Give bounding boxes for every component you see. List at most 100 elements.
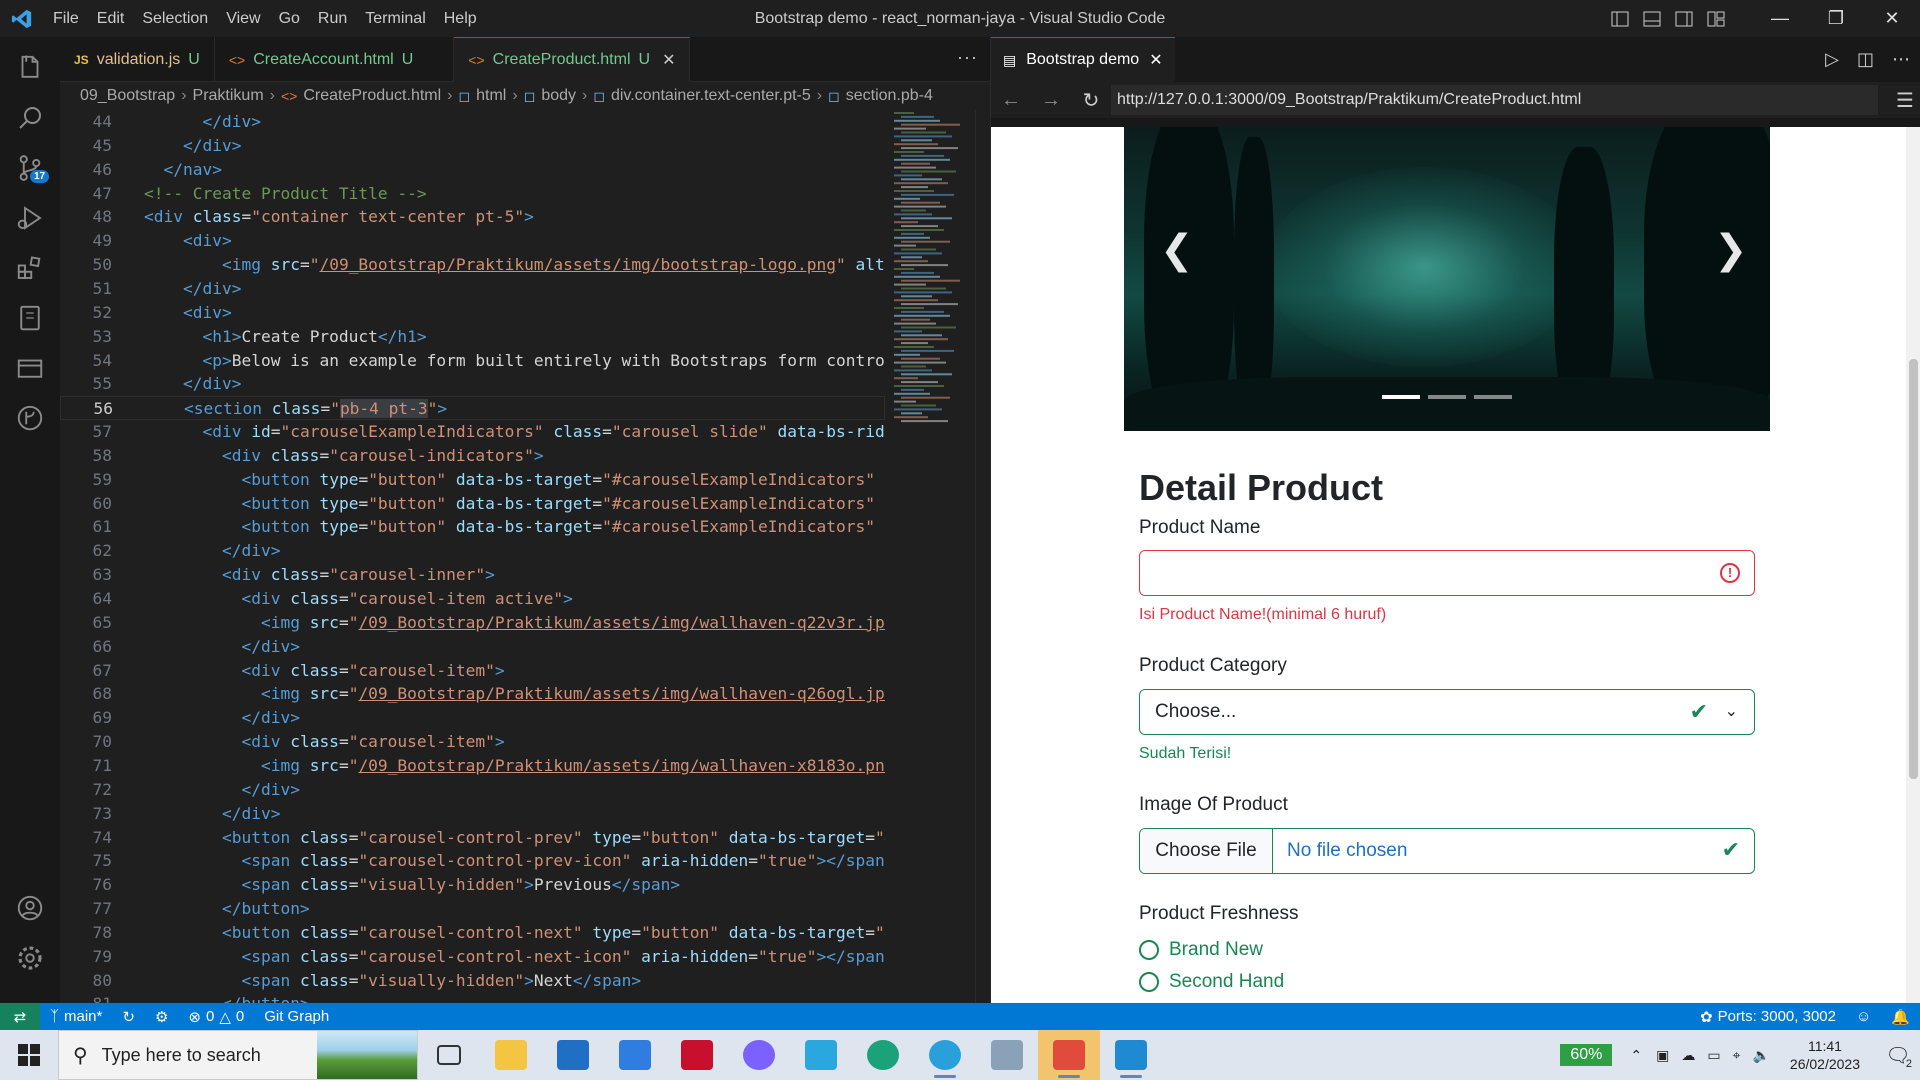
- toggle-sidebar-icon[interactable]: [1604, 0, 1636, 37]
- radio-second-hand[interactable]: Second Hand: [1139, 971, 1284, 993]
- code-line[interactable]: 69 </div>: [60, 706, 885, 730]
- code-line[interactable]: 66 </div>: [60, 635, 885, 659]
- copilot-icon[interactable]: [728, 1030, 790, 1080]
- sync-icon[interactable]: ↻: [112, 1008, 145, 1026]
- more-actions-icon[interactable]: ⋯: [1892, 49, 1910, 70]
- image-file-input[interactable]: Choose File No file chosen ✔: [1139, 828, 1755, 874]
- windows-start-icon[interactable]: [0, 1030, 58, 1080]
- customize-layout-icon[interactable]: [1700, 0, 1732, 37]
- carousel-indicator[interactable]: [1428, 395, 1466, 399]
- choose-file-button[interactable]: Choose File: [1140, 829, 1273, 873]
- code-line[interactable]: 48 <div class="container text-center pt-5…: [60, 205, 885, 229]
- meet-icon[interactable]: ▣: [1656, 1047, 1669, 1064]
- git-graph-status[interactable]: Git Graph: [254, 1008, 339, 1025]
- code-line[interactable]: 75 <span class="carousel-control-prev-ic…: [60, 849, 886, 873]
- code-line[interactable]: 47 <!-- Create Product Title -->: [60, 182, 885, 206]
- chevron-up-icon[interactable]: ⌃: [1630, 1047, 1642, 1064]
- taskbar-search[interactable]: ⚲ Type here to search: [58, 1030, 418, 1080]
- scroll-thumb[interactable]: [1909, 359, 1918, 779]
- git-publish-icon[interactable]: ⚙: [145, 1008, 178, 1026]
- settings-gear-icon[interactable]: [0, 933, 60, 983]
- branch-status[interactable]: ᛉ main*: [40, 1008, 112, 1025]
- carousel-prev-icon[interactable]: ❮: [1160, 227, 1194, 273]
- mcafee-icon[interactable]: [666, 1030, 728, 1080]
- code-line[interactable]: 49 <div>: [60, 229, 885, 253]
- app-l-icon[interactable]: [790, 1030, 852, 1080]
- menu-view[interactable]: View: [217, 10, 269, 28]
- code-line[interactable]: 51 </div>: [60, 277, 885, 301]
- notification-center-icon[interactable]: 🗨 2: [1876, 1043, 1920, 1070]
- code-line[interactable]: 45 </div>: [60, 134, 885, 158]
- code-line[interactable]: 63 <div class="carousel-inner">: [60, 563, 885, 587]
- url-input[interactable]: http://127.0.0.1:3000/09_Bootstrap/Prakt…: [1111, 85, 1878, 115]
- code-line[interactable]: 81 </button>: [60, 992, 885, 1003]
- code-line[interactable]: 74 <button class="carousel-control-prev"…: [60, 826, 886, 850]
- task-view-icon[interactable]: [418, 1030, 480, 1080]
- file-explorer-icon[interactable]: [480, 1030, 542, 1080]
- feedback-icon[interactable]: ☺: [1846, 1008, 1881, 1025]
- code-line[interactable]: 59 <button type="button" data-bs-target=…: [60, 468, 886, 492]
- code-line[interactable]: 77 </button>: [60, 897, 885, 921]
- breadcrumb-item[interactable]: div.container.text-center.pt-5: [611, 87, 811, 105]
- category-select[interactable]: Choose... ✔ ⌄: [1139, 689, 1755, 735]
- source-control-icon[interactable]: 17: [0, 143, 60, 193]
- code-line[interactable]: 73 </div>: [60, 802, 885, 826]
- git-graph-icon[interactable]: [0, 393, 60, 443]
- code-line[interactable]: 58 <div class="carousel-indicators">: [60, 444, 885, 468]
- code-line[interactable]: 44 </div>: [60, 110, 885, 134]
- code-line[interactable]: 67 <div class="carousel-item">: [60, 659, 885, 683]
- breadcrumb-item[interactable]: section.pb-4: [846, 87, 933, 105]
- tab-validation-js[interactable]: JS validation.js U: [60, 37, 215, 82]
- code-line[interactable]: 50 <img src="/09_Bootstrap/Praktikum/ass…: [60, 253, 886, 277]
- toggle-panel-icon[interactable]: [1636, 0, 1668, 37]
- code-line[interactable]: 68 <img src="/09_Bootstrap/Praktikum/ass…: [60, 682, 886, 706]
- code-line[interactable]: 80 <span class="visually-hidden">Next</s…: [60, 969, 885, 993]
- menu-help[interactable]: Help: [435, 10, 486, 28]
- breadcrumb-item[interactable]: html: [476, 87, 506, 105]
- minimize-icon[interactable]: —: [1752, 0, 1808, 37]
- menu-icon[interactable]: ☰: [1890, 88, 1920, 113]
- code-editor[interactable]: 44 </div> 45 </div> 46 </nav> 47 <!-- Create…: [60, 110, 885, 1003]
- menu-edit[interactable]: Edit: [88, 10, 134, 28]
- menu-selection[interactable]: Selection: [133, 10, 217, 28]
- testing-icon[interactable]: [0, 293, 60, 343]
- tab-create-account-html[interactable]: <> CreateAccount.html U: [215, 37, 455, 82]
- battery-icon[interactable]: ▭: [1707, 1047, 1720, 1064]
- vscode-icon[interactable]: [1100, 1030, 1162, 1080]
- breadcrumb-item[interactable]: CreateProduct.html: [303, 87, 441, 105]
- extensions-icon[interactable]: [0, 243, 60, 293]
- mail-icon[interactable]: [542, 1030, 604, 1080]
- radio-circle-icon[interactable]: [1139, 940, 1159, 960]
- code-line[interactable]: 76 <span class="visually-hidden">Previou…: [60, 873, 885, 897]
- restore-icon[interactable]: ❐: [1808, 0, 1864, 37]
- explorer-icon[interactable]: [0, 43, 60, 93]
- code-line[interactable]: 64 <div class="carousel-item active">: [60, 587, 885, 611]
- edge-icon[interactable]: [852, 1030, 914, 1080]
- photos-icon[interactable]: [976, 1030, 1038, 1080]
- ports-status[interactable]: ✿ Ports: 3000, 3002: [1690, 1008, 1846, 1026]
- breadcrumb-item[interactable]: body: [541, 87, 576, 105]
- wifi-icon[interactable]: ⌖: [1733, 1047, 1741, 1064]
- telegram-icon[interactable]: [914, 1030, 976, 1080]
- tab-create-product-html[interactable]: <> CreateProduct.html U ✕: [454, 37, 691, 82]
- close-window-icon[interactable]: ✕: [1864, 0, 1920, 37]
- remote-explorer-icon[interactable]: [0, 343, 60, 393]
- radio-circle-icon[interactable]: [1139, 972, 1159, 992]
- code-line[interactable]: 79 <span class="carousel-control-next-ic…: [60, 945, 886, 969]
- search-icon[interactable]: [0, 93, 60, 143]
- remote-icon[interactable]: ⇄: [0, 1003, 40, 1030]
- code-line[interactable]: 54 <p>Below is an example form built ent…: [60, 349, 886, 373]
- onedrive-cloud-icon[interactable]: ☁: [1681, 1047, 1695, 1064]
- code-line[interactable]: 53 <h1>Create Product</h1>: [60, 325, 885, 349]
- accounts-icon[interactable]: [0, 883, 60, 933]
- code-line[interactable]: 46 </nav>: [60, 158, 885, 182]
- code-line[interactable]: 70 <div class="carousel-item">: [60, 730, 885, 754]
- carousel-indicator[interactable]: [1382, 395, 1420, 399]
- problems-status[interactable]: ⊗ 0 △ 0: [178, 1008, 254, 1026]
- editor-scrollbar[interactable]: [975, 110, 989, 1003]
- notifications-bell-icon[interactable]: 🔔: [1881, 1008, 1920, 1026]
- run-icon[interactable]: ▷: [1825, 49, 1839, 70]
- menu-file[interactable]: File: [44, 10, 88, 28]
- breadcrumb-item[interactable]: Praktikum: [193, 87, 264, 105]
- code-line[interactable]: 71 <img src="/09_Bootstrap/Praktikum/ass…: [60, 754, 886, 778]
